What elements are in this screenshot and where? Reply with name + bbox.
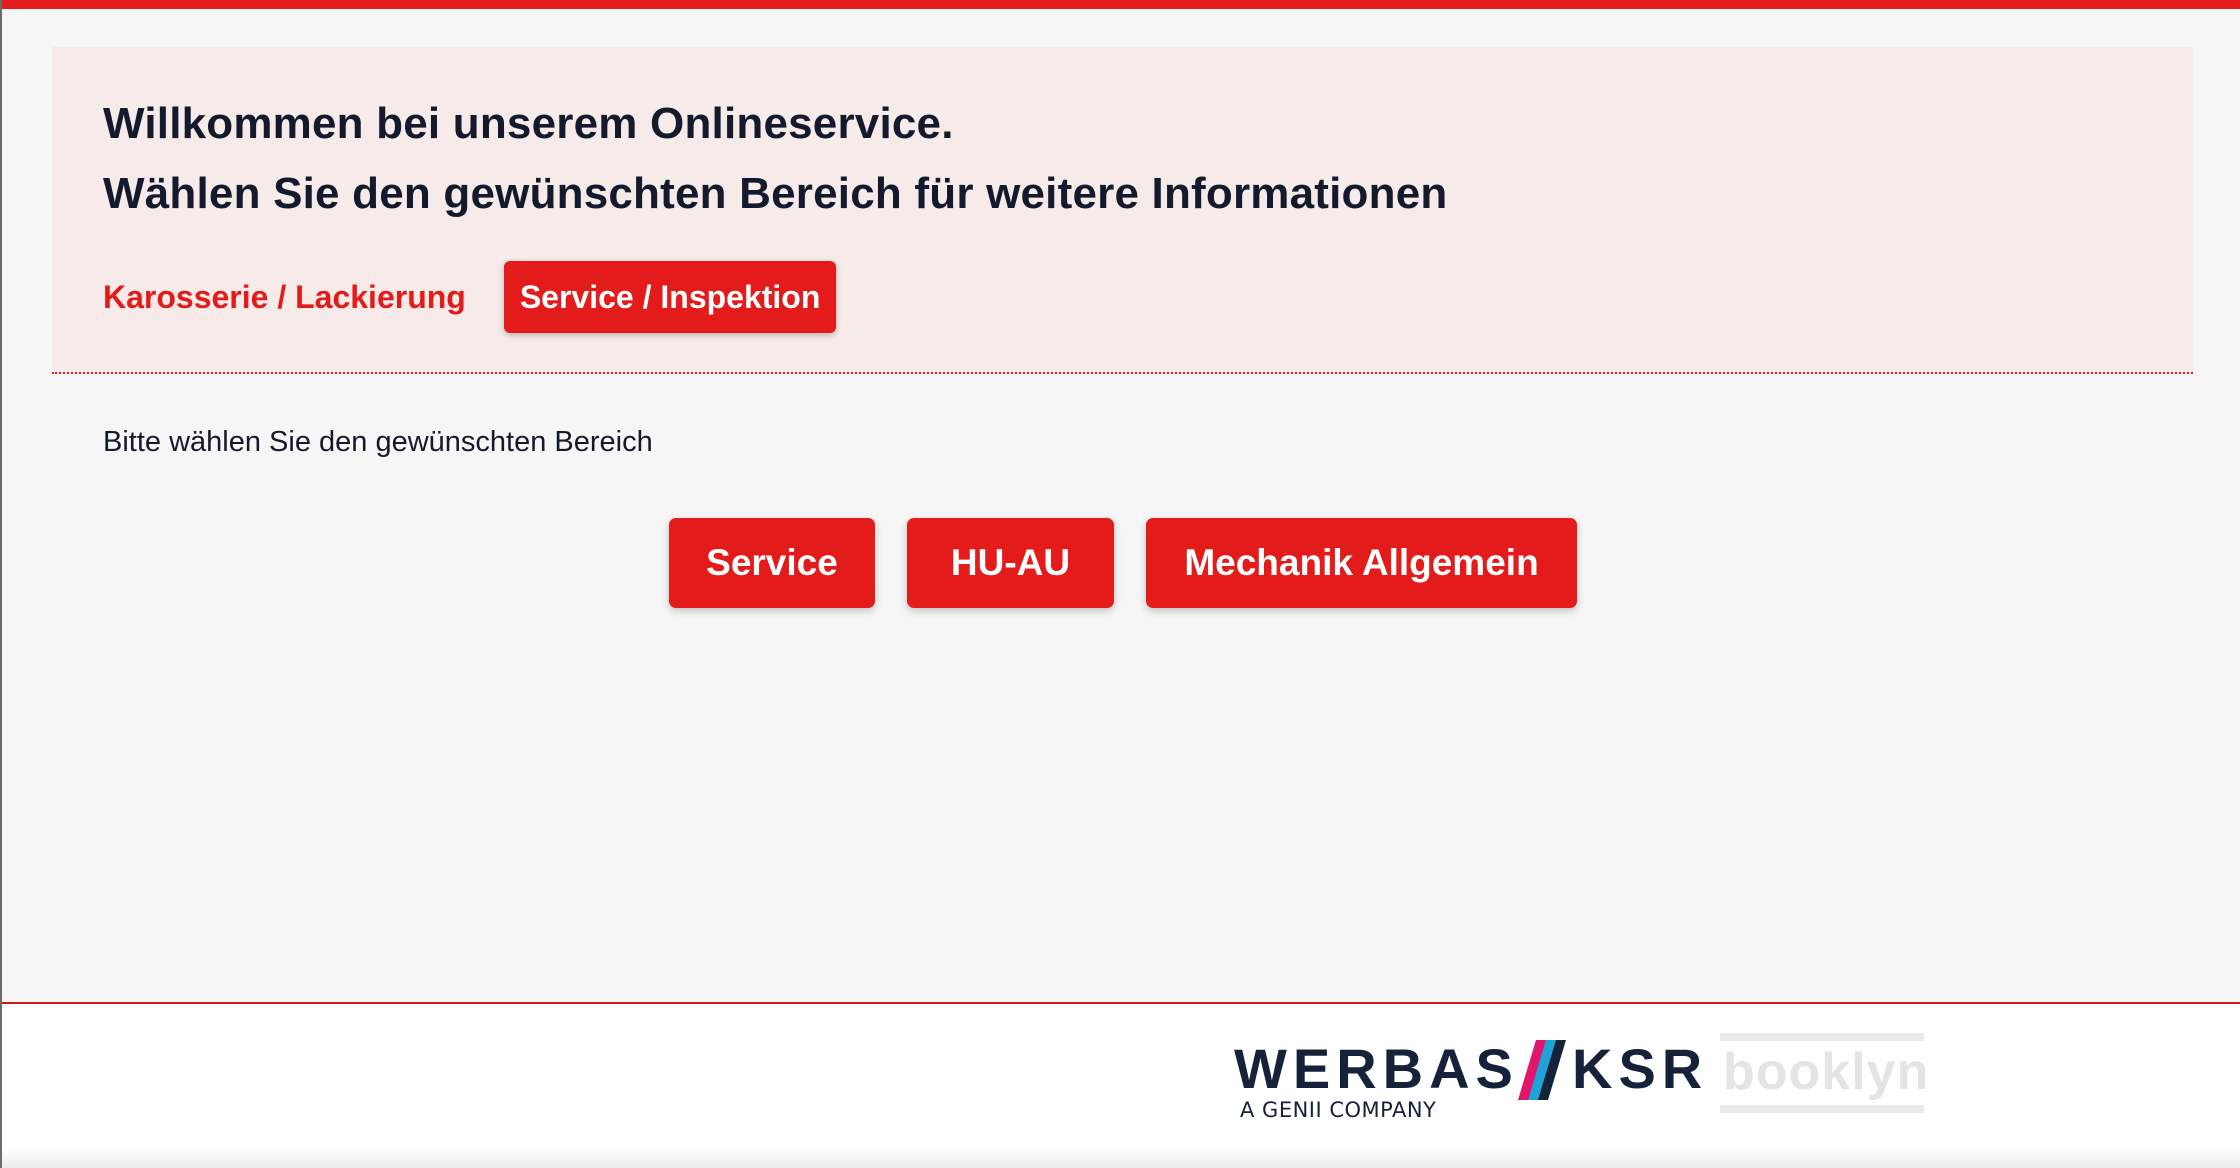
footer-shade [2, 1146, 2240, 1168]
tab-service-inspektion[interactable]: Service / Inspektion [503, 261, 837, 333]
booklyn-logo[interactable]: booklyn [1720, 1033, 1928, 1113]
hu-au-button[interactable]: HU-AU [907, 518, 1114, 608]
mechanik-allgemein-button[interactable]: Mechanik Allgemein [1146, 518, 1577, 608]
werbas-logo-text: WERBAS [1234, 1037, 1519, 1100]
welcome-panel: Willkommen bei unserem Onlineservice. Wä… [52, 47, 2193, 374]
top-accent-bar [2, 0, 2240, 9]
instruction-text: Bitte wählen Sie den gewünschten Bereich [103, 426, 653, 458]
werbas-tagline: A GENII COMPANY [1240, 1098, 1437, 1122]
ksr-logo-text: KSR [1572, 1037, 1709, 1100]
category-tabs: Karosserie / Lackierung Service / Inspek… [103, 261, 837, 333]
page: Willkommen bei unserem Onlineservice. Wä… [0, 0, 2240, 1168]
logo-slash-icon [1518, 1040, 1566, 1100]
booklyn-logo-text: booklyn [1723, 1043, 1930, 1101]
werbas-ksr-logo[interactable]: WERBAS KSR A GENII COMPANY [1234, 1034, 1702, 1124]
welcome-subheading: Wählen Sie den gewünschten Bereich für w… [103, 169, 1448, 218]
tab-karosserie-lackierung[interactable]: Karosserie / Lackierung [103, 279, 466, 316]
welcome-heading: Willkommen bei unserem Onlineservice. [103, 99, 954, 148]
footer: WERBAS KSR A GENII COMPANY booklyn [2, 1002, 2240, 1168]
service-button[interactable]: Service [669, 518, 875, 608]
area-choice-buttons: Service HU-AU Mechanik Allgemein [669, 518, 1577, 608]
